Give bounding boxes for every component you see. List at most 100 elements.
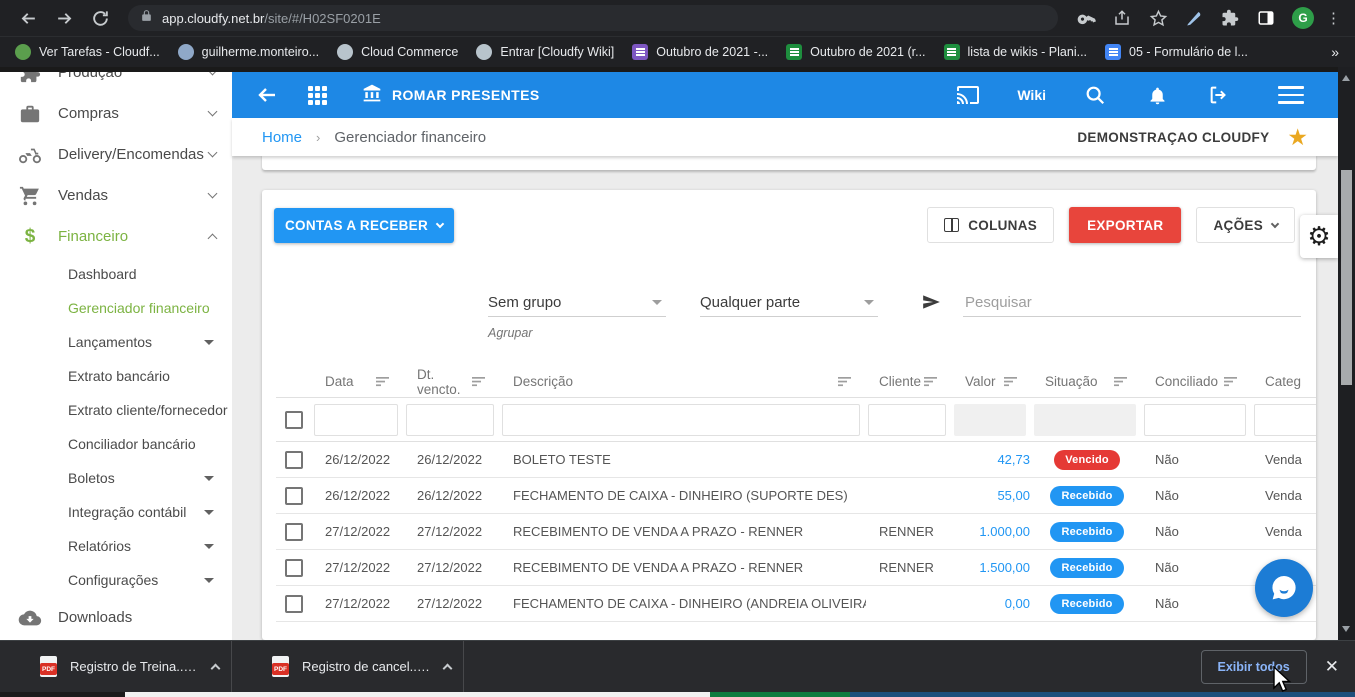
forward-icon[interactable] <box>54 8 74 28</box>
filter-input-descri-o[interactable] <box>502 404 860 436</box>
bookmark-item[interactable]: lista de wikis - Plani... <box>935 41 1096 63</box>
chrome-menu-icon[interactable]: ⋮ <box>1326 9 1341 27</box>
filter-input-conciliado[interactable] <box>1144 404 1246 436</box>
sort-icon[interactable] <box>1224 376 1238 387</box>
column-header[interactable]: Conciliado <box>1142 374 1252 389</box>
scrollbar-thumb[interactable] <box>1341 170 1352 385</box>
show-all-downloads-button[interactable]: Exibir todos <box>1201 650 1307 684</box>
extensions-puzzle-icon[interactable] <box>1220 8 1240 28</box>
sidebar-subitem-gerenciador-financeiro[interactable]: Gerenciador financeiro <box>0 291 232 325</box>
cast-icon[interactable] <box>955 82 981 108</box>
scroll-down-arrow[interactable] <box>1342 626 1350 632</box>
sidebar-item-compras[interactable]: Compras <box>0 93 232 134</box>
apps-grid-icon[interactable] <box>304 82 330 108</box>
table-row[interactable]: 27/12/2022 27/12/2022 RECEBIMENTO DE VEN… <box>276 550 1316 586</box>
sidebar-subitem-conciliador-banc-rio[interactable]: Conciliador bancário <box>0 427 232 461</box>
column-header[interactable]: Descrição <box>500 374 866 389</box>
sort-icon[interactable] <box>838 376 852 387</box>
table-row[interactable]: 27/12/2022 27/12/2022 RECEBIMENTO DE VEN… <box>276 514 1316 550</box>
bookmark-item[interactable]: 05 - Formulário de l... <box>1096 41 1257 63</box>
sidebar-item-financeiro[interactable]: $ Financeiro <box>0 216 232 257</box>
scroll-up-arrow[interactable] <box>1342 75 1350 81</box>
table-row[interactable]: 26/12/2022 26/12/2022 BOLETO TESTE 42,73… <box>276 442 1316 478</box>
column-header[interactable]: Categ <box>1252 374 1316 389</box>
select-all-checkbox[interactable] <box>285 411 303 429</box>
match-select[interactable]: Qualquer parte <box>700 289 878 317</box>
share-icon[interactable] <box>1112 8 1132 28</box>
column-header[interactable]: Data <box>312 374 404 389</box>
menu-hamburger-icon[interactable] <box>1278 86 1304 104</box>
sidebar-item-delivery-encomendas[interactable]: Delivery/Encomendas <box>0 134 232 175</box>
row-checkbox[interactable] <box>285 523 303 541</box>
sidebar-item-downloads[interactable]: Downloads <box>0 597 232 638</box>
sidebar-item-vendas[interactable]: Vendas <box>0 175 232 216</box>
sort-icon[interactable] <box>924 376 938 387</box>
bookmark-item[interactable]: guilherme.monteiro... <box>169 41 328 63</box>
back-icon[interactable] <box>18 8 38 28</box>
favorite-star-icon[interactable]: ★ <box>1287 126 1308 149</box>
company-header[interactable]: ROMAR PRESENTES <box>362 83 540 108</box>
row-checkbox[interactable] <box>285 595 303 613</box>
table-row[interactable]: 27/12/2022 27/12/2022 FECHAMENTO DE CAIX… <box>276 586 1316 622</box>
page-scrollbar[interactable] <box>1338 67 1355 640</box>
contas-a-receber-button[interactable]: CONTAS A RECEBER <box>274 208 454 243</box>
logout-icon[interactable] <box>1206 82 1232 108</box>
sort-icon[interactable] <box>1004 376 1018 387</box>
sort-icon[interactable] <box>376 376 390 387</box>
acoes-button[interactable]: AÇÕES <box>1196 207 1295 243</box>
bookmark-item[interactable]: Outubro de 2021 -... <box>623 41 777 63</box>
exportar-button[interactable]: EXPORTAR <box>1069 207 1181 243</box>
extension-pen-icon[interactable] <box>1184 8 1204 28</box>
download-item[interactable]: PDF Registro de cancel....pdf <box>232 641 464 692</box>
chevron-up-icon[interactable] <box>211 663 221 673</box>
table-row[interactable]: 26/12/2022 26/12/2022 FECHAMENTO DE CAIX… <box>276 478 1316 514</box>
sort-icon[interactable] <box>472 376 486 387</box>
group-select[interactable]: Sem grupo Agrupar <box>488 289 666 340</box>
settings-gear-button[interactable]: ⚙ <box>1300 215 1338 258</box>
sidebar-subitem-integra-o-cont-bil[interactable]: Integração contábil <box>0 495 232 529</box>
sidebar-subitem-extrato-banc-rio[interactable]: Extrato bancário <box>0 359 232 393</box>
column-header[interactable]: Valor <box>952 374 1032 389</box>
search-field[interactable] <box>963 289 1301 317</box>
filter-input-categ[interactable] <box>1254 404 1316 436</box>
colunas-button[interactable]: COLUNAS <box>927 207 1054 243</box>
row-checkbox[interactable] <box>285 451 303 469</box>
wiki-link[interactable]: Wiki <box>1017 87 1046 103</box>
chat-widget-button[interactable] <box>1255 559 1313 617</box>
search-submit-icon[interactable] <box>920 292 943 317</box>
close-downloads-icon[interactable]: ✕ <box>1325 658 1339 675</box>
bookmark-star-icon[interactable] <box>1148 8 1168 28</box>
bookmark-item[interactable]: Outubro de 2021 (r... <box>777 41 934 63</box>
filter-input-cliente[interactable] <box>868 404 946 436</box>
bookmark-item[interactable]: Entrar [Cloudfy Wiki] <box>467 41 623 63</box>
sidebar-subitem-dashboard[interactable]: Dashboard <box>0 257 232 291</box>
breadcrumb-home-link[interactable]: Home <box>262 129 302 146</box>
row-checkbox[interactable] <box>285 559 303 577</box>
filter-input-dt-vencto-[interactable] <box>406 404 494 436</box>
bookmark-item[interactable]: Cloud Commerce <box>328 41 467 63</box>
download-item[interactable]: PDF Registro de Treina....pdf <box>0 641 232 692</box>
column-header[interactable]: Dt. vencto. <box>404 367 500 397</box>
address-bar[interactable]: app.cloudfy.net.br/site/#/H02SF0201E <box>128 5 1058 31</box>
search-icon[interactable] <box>1082 82 1108 108</box>
sidebar-subitem-relat-rios[interactable]: Relatórios <box>0 529 232 563</box>
bookmark-item[interactable]: Ver Tarefas - Cloudf... <box>6 41 169 63</box>
sidebar-subitem-boletos[interactable]: Boletos <box>0 461 232 495</box>
bookmarks-overflow-chevron[interactable]: » <box>1321 44 1349 60</box>
column-header[interactable]: Situação <box>1032 374 1142 389</box>
search-input[interactable] <box>963 289 1301 317</box>
reload-icon[interactable] <box>90 8 110 28</box>
chevron-up-icon[interactable] <box>443 663 453 673</box>
sidebar-subitem-extrato-cliente-fornecedor[interactable]: Extrato cliente/fornecedor <box>0 393 232 427</box>
filter-input-data[interactable] <box>314 404 398 436</box>
row-checkbox[interactable] <box>285 487 303 505</box>
side-panel-icon[interactable] <box>1256 8 1276 28</box>
app-back-icon[interactable] <box>254 82 280 108</box>
sort-icon[interactable] <box>1114 376 1128 387</box>
sidebar-subitem-configura-es[interactable]: Configurações <box>0 563 232 597</box>
sidebar-item-produ-o[interactable]: Produção <box>0 72 232 93</box>
profile-avatar[interactable]: G <box>1292 7 1314 29</box>
sidebar-subitem-lan-amentos[interactable]: Lançamentos <box>0 325 232 359</box>
column-header[interactable]: Cliente <box>866 374 952 389</box>
key-icon[interactable] <box>1076 8 1096 28</box>
